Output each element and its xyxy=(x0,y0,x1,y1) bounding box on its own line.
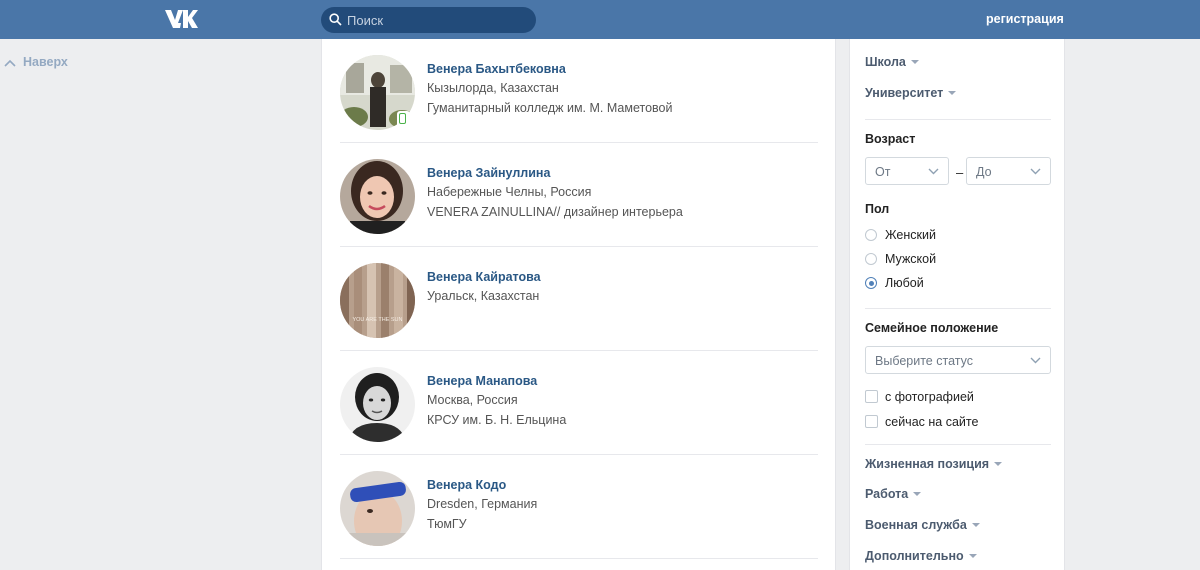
caret-down-icon xyxy=(910,60,919,64)
vk-logo-icon[interactable] xyxy=(165,9,199,29)
caret-down-icon xyxy=(971,523,980,527)
avatar[interactable] xyxy=(340,159,415,234)
university-filter[interactable]: Университет xyxy=(865,86,957,100)
search-input[interactable] xyxy=(347,7,527,33)
avatar[interactable] xyxy=(340,471,415,546)
chevron-down-icon xyxy=(928,168,939,175)
caret-down-icon xyxy=(948,91,957,95)
result-row: Венера Манапова Москва, Россия КРСУ им. … xyxy=(340,351,818,455)
result-row: Венера Бахытбековна Кызылорда, Казахстан… xyxy=(340,39,818,143)
gender-any-radio[interactable]: Любой xyxy=(865,275,1025,293)
caret-down-icon xyxy=(994,462,1003,466)
scroll-up-label: Наверх xyxy=(23,55,68,69)
user-info: Гуманитарный колледж им. М. Маметовой xyxy=(427,101,673,115)
marital-title: Семейное положение xyxy=(865,321,999,335)
gender-female-radio[interactable]: Женский xyxy=(865,227,1025,245)
chevron-down-icon xyxy=(1030,357,1041,364)
chevron-up-icon xyxy=(4,59,16,67)
mobile-online-icon xyxy=(397,111,410,128)
avatar[interactable]: YOU ARE THE SUN xyxy=(340,263,415,338)
with-photo-checkbox[interactable]: с фотографией xyxy=(865,389,1045,407)
online-now-checkbox[interactable]: сейчас на сайте xyxy=(865,414,1045,432)
divider xyxy=(865,444,1051,445)
school-filter[interactable]: Школа xyxy=(865,55,919,69)
user-name-link[interactable]: Венера Кодо xyxy=(427,478,506,492)
age-to-select[interactable]: До xyxy=(966,157,1051,185)
result-row: Венера Зайнуллина Набережные Челны, Росс… xyxy=(340,143,818,247)
avatar[interactable] xyxy=(340,367,415,442)
result-row: YOU ARE THE SUN Венера Кайратова Уральск… xyxy=(340,247,818,351)
caret-down-icon xyxy=(968,554,977,558)
filters-panel: Школа Университет Возраст От – До Пол Же… xyxy=(849,39,1065,570)
user-location: Кызылорда, Казахстан xyxy=(427,81,559,95)
marital-status-select[interactable]: Выберите статус xyxy=(865,346,1051,374)
user-info: VENERA ZAINULLINA// дизайнер интерьера xyxy=(427,205,683,219)
additional-filter[interactable]: Дополнительно xyxy=(865,549,977,563)
register-link[interactable]: регистрация xyxy=(986,12,1064,26)
result-row: Венера Кодо Dresden, Германия ТюмГУ xyxy=(340,455,818,559)
gender-male-radio[interactable]: Мужской xyxy=(865,251,1025,269)
top-bar: регистрация xyxy=(0,0,1200,39)
user-name-link[interactable]: Венера Кайратова xyxy=(427,270,541,284)
chevron-down-icon xyxy=(1030,168,1041,175)
user-location: Москва, Россия xyxy=(427,393,518,407)
user-location: Dresden, Германия xyxy=(427,497,538,511)
life-position-filter[interactable]: Жизненная позиция xyxy=(865,457,1003,471)
user-name-link[interactable]: Венера Зайнуллина xyxy=(427,166,550,180)
gender-title: Пол xyxy=(865,202,890,216)
caret-down-icon xyxy=(913,492,922,496)
age-title: Возраст xyxy=(865,132,916,146)
avatar-caption: YOU ARE THE SUN xyxy=(352,317,402,323)
divider xyxy=(865,119,1051,120)
user-location: Набережные Челны, Россия xyxy=(427,185,592,199)
user-name-link[interactable]: Венера Бахытбековна xyxy=(427,62,566,76)
work-filter[interactable]: Работа xyxy=(865,487,922,501)
military-filter[interactable]: Военная служба xyxy=(865,518,980,532)
age-from-select[interactable]: От xyxy=(865,157,949,185)
divider xyxy=(865,308,1051,309)
search-box[interactable] xyxy=(321,7,536,33)
user-location: Уральск, Казахстан xyxy=(427,289,540,303)
user-info: КРСУ им. Б. Н. Ельцина xyxy=(427,413,567,427)
user-name-link[interactable]: Венера Манапова xyxy=(427,374,537,388)
age-dash: – xyxy=(956,165,964,180)
scroll-up-button[interactable]: Наверх xyxy=(4,55,68,69)
user-info: ТюмГУ xyxy=(427,517,467,531)
search-icon xyxy=(329,13,342,26)
search-results: Венера Бахытбековна Кызылорда, Казахстан… xyxy=(321,39,836,570)
